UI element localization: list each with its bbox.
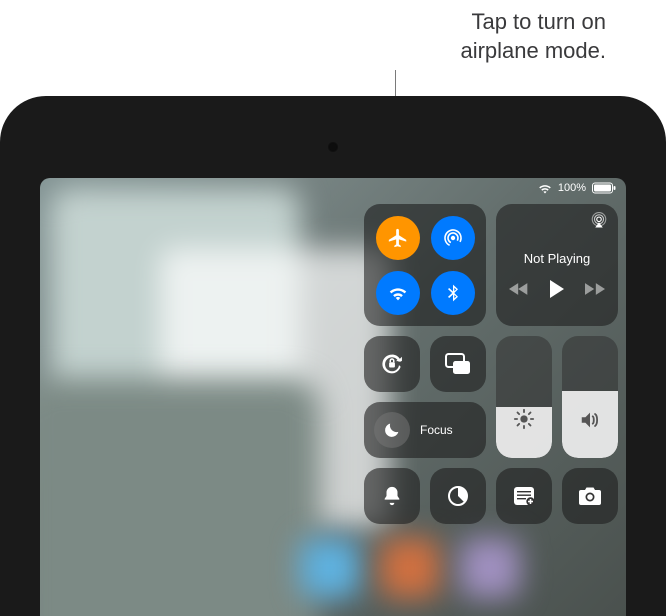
rotation-lock-button[interactable] — [364, 336, 420, 392]
focus-button[interactable]: Focus — [364, 402, 486, 458]
rewind-icon[interactable] — [509, 282, 529, 296]
bell-icon — [381, 484, 403, 508]
screen: 100% — [40, 178, 626, 616]
bluetooth-icon — [443, 282, 463, 304]
camera-button[interactable] — [562, 468, 618, 524]
status-bar: 100% — [538, 182, 616, 194]
play-icon[interactable] — [549, 280, 565, 298]
rotation-lock-icon — [378, 350, 406, 378]
media-title: Not Playing — [508, 251, 606, 266]
callout-annotation: Tap to turn onairplane mode. — [460, 8, 606, 65]
quick-note-button[interactable] — [496, 468, 552, 524]
battery-percent: 100% — [558, 182, 586, 194]
connectivity-group — [364, 204, 486, 326]
volume-slider[interactable] — [562, 336, 618, 458]
quick-note-icon — [512, 485, 536, 507]
wallpaper-blur — [300, 538, 360, 598]
bluetooth-button[interactable] — [431, 271, 475, 315]
wallpaper-blur — [40, 378, 320, 616]
media-tile[interactable]: Not Playing — [496, 204, 618, 326]
callout-text: Tap to turn onairplane mode. — [460, 9, 606, 63]
battery-icon — [592, 182, 616, 194]
airplane-icon — [387, 227, 409, 249]
airplane-mode-button[interactable] — [376, 216, 420, 260]
timer-button[interactable] — [430, 468, 486, 524]
moon-icon — [383, 421, 401, 439]
silent-mode-button[interactable] — [364, 468, 420, 524]
screen-mirroring-button[interactable] — [430, 336, 486, 392]
brightness-slider[interactable] — [496, 336, 552, 458]
wifi-button[interactable] — [376, 271, 420, 315]
airplay-icon[interactable] — [590, 212, 608, 228]
screen-mirroring-icon — [444, 352, 472, 376]
front-camera — [327, 141, 339, 153]
airdrop-icon — [441, 226, 465, 250]
wifi-icon — [387, 282, 409, 304]
control-center: Not Playing — [364, 204, 618, 524]
wallpaper-blur — [380, 538, 440, 598]
wifi-icon — [538, 183, 552, 194]
wallpaper-blur — [460, 538, 520, 598]
airdrop-button[interactable] — [431, 216, 475, 260]
camera-icon — [577, 485, 603, 507]
fast-forward-icon[interactable] — [585, 282, 605, 296]
ipad-bezel: 100% — [0, 96, 666, 616]
focus-label: Focus — [420, 423, 453, 437]
timer-icon — [446, 484, 470, 508]
